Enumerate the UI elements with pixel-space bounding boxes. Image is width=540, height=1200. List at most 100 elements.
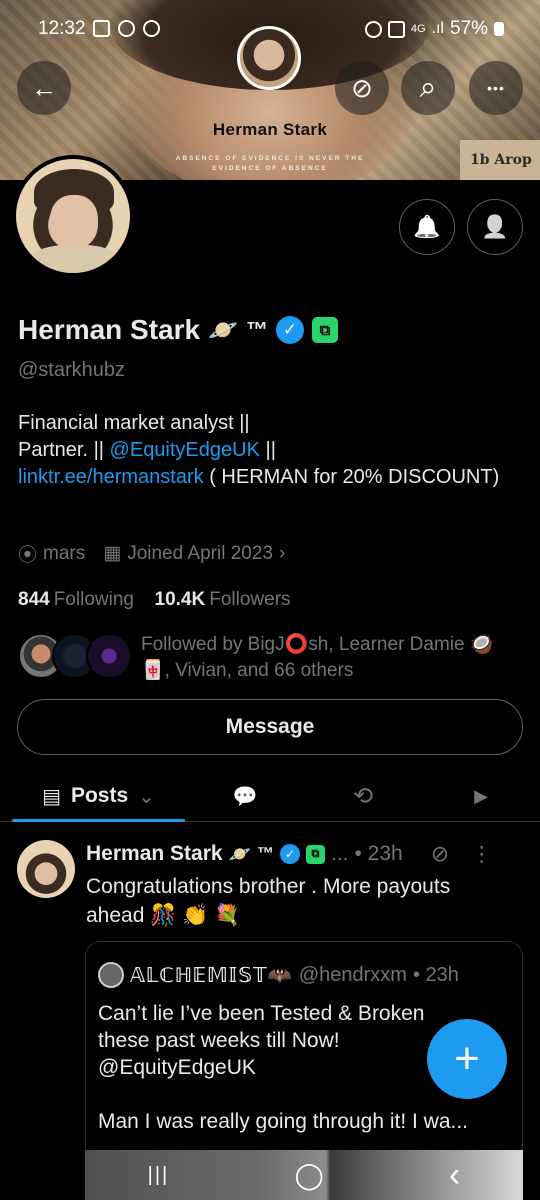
quote-author-avatar xyxy=(98,962,124,988)
tab-replies[interactable]: 💬 xyxy=(200,770,290,822)
joined-item[interactable]: ▦ Joined April 2023 › xyxy=(103,542,285,565)
more-button[interactable]: ••• xyxy=(469,61,523,115)
bio-line1: Financial market analyst || xyxy=(18,412,250,434)
home-icon[interactable]: ◯ xyxy=(295,1160,324,1191)
tab-reposts[interactable]: ⟲ xyxy=(318,770,408,822)
location-text: mars xyxy=(43,542,86,564)
gallery-icon xyxy=(93,20,110,37)
bio-linktree-link[interactable]: linktr.ee/hermanstark xyxy=(18,466,204,488)
followers-count: 10.4K xyxy=(154,589,206,610)
grok-button[interactable]: ⊘ xyxy=(335,61,389,115)
tab-media[interactable]: ▶ xyxy=(436,770,526,822)
back-button[interactable]: ← xyxy=(17,61,71,115)
discord-icon-2 xyxy=(143,20,160,37)
tab-posts[interactable]: ▤ Posts ⌄ xyxy=(12,770,185,822)
message-button[interactable]: Message xyxy=(17,699,523,755)
user-check-icon: 👤 xyxy=(481,214,509,239)
location-pin-icon: ⦿ xyxy=(18,545,38,566)
grok-icon[interactable]: ⊘ xyxy=(431,841,449,867)
recent-apps-icon[interactable]: ||| xyxy=(148,1164,170,1187)
post-text-line1: Congratulations brother . More payouts xyxy=(86,875,451,898)
more-dots-icon: ••• xyxy=(487,80,505,96)
posts-tab-icon: ▤ xyxy=(42,785,61,808)
bio-mention-link[interactable]: @EquityEdgeUK xyxy=(110,439,260,461)
joined-text: Joined April 2023 xyxy=(127,542,273,564)
alarm-icon xyxy=(364,20,382,38)
bio-separator: || xyxy=(259,439,276,461)
search-icon: ⌕ xyxy=(419,71,437,104)
post-text-line2: ahead 🎊 👏 💐 xyxy=(86,904,241,927)
search-button[interactable]: ⌕ xyxy=(401,61,455,115)
verified-badge-icon[interactable]: ✓ xyxy=(275,316,304,344)
active-tab-indicator xyxy=(12,819,185,822)
profile-handle: @starkhubz xyxy=(18,359,126,381)
post-header: Herman Stark 🪐 ™ ✓ ⧉ ... • 23h ⊘ ⋮ xyxy=(86,841,526,867)
following-count: 844 xyxy=(18,589,50,610)
plus-icon: + xyxy=(454,1034,480,1083)
followers-link[interactable]: 10.4K Followers xyxy=(155,589,291,610)
reply-bubble-icon: 💬 xyxy=(232,785,258,808)
profile-display-name: Herman Stark xyxy=(18,314,201,345)
post-ellipsis: ... xyxy=(330,842,349,865)
battery-icon xyxy=(494,22,504,36)
compose-button[interactable]: + xyxy=(427,1019,507,1099)
followers-you-know-avatars[interactable] xyxy=(18,633,138,679)
notifications-button[interactable]: 🔔 xyxy=(399,199,455,255)
profile-name-row: Herman Stark 🪐 ™ ✓ ⧉ xyxy=(18,314,338,346)
header-mini-avatar xyxy=(237,26,301,90)
location-item: ⦿ mars xyxy=(18,540,85,567)
repost-icon: ⟲ xyxy=(352,782,374,810)
profile-avatar[interactable] xyxy=(12,155,134,277)
bell-plus-icon: 🔔 xyxy=(413,214,441,239)
bio-partner-text: Partner. || xyxy=(18,439,110,461)
profile-tabs: ▤ Posts ⌄ 💬 ⟲ ▶ xyxy=(0,770,540,822)
profile-bio: Financial market analyst || Partner. || … xyxy=(18,410,518,491)
post-author-name[interactable]: Herman Stark xyxy=(86,842,223,866)
bio-line3: linktr.ee/hermanstark ( HERMAN for 20% D… xyxy=(18,464,518,491)
android-navigation-bar: ||| ◯ ‹ xyxy=(85,1150,523,1200)
battery-percent: 57% xyxy=(449,18,488,39)
post-menu-icon[interactable]: ⋮ xyxy=(471,842,492,867)
status-time: 12:32 xyxy=(38,18,86,39)
verified-badge-icon: ✓ xyxy=(279,844,300,864)
following-button[interactable]: 👤 xyxy=(467,199,523,255)
back-nav-icon[interactable]: ‹ xyxy=(449,1156,460,1195)
following-label: Following xyxy=(53,589,134,610)
quote-header: 𝔸𝕃ℂℍ𝔼𝕄𝕀𝕊𝕋🦇 @hendrxxm • 23h xyxy=(98,962,459,988)
grok-icon: ⊘ xyxy=(351,72,373,103)
post-text: Congratulations brother . More payouts a… xyxy=(86,872,526,930)
calendar-icon: ▦ xyxy=(103,543,122,564)
banner-title: Herman Stark xyxy=(212,120,328,139)
profile-meta: ⦿ mars ▦ Joined April 2023 › xyxy=(18,540,285,567)
post-author-avatar[interactable] xyxy=(17,840,75,898)
planet-emoji: 🪐 xyxy=(228,843,251,864)
affiliate-badge-icon[interactable]: ⧉ xyxy=(311,317,338,343)
signal-icon: .ıl xyxy=(431,20,444,37)
chevron-right-icon: › xyxy=(278,542,286,564)
back-arrow-icon: ← xyxy=(31,72,57,103)
banner-newspaper-text: 1b Arop xyxy=(460,140,540,180)
bio-line2: Partner. || @EquityEdgeUK || xyxy=(18,437,518,464)
trademark-symbol: ™ xyxy=(256,844,274,863)
bio-discount-text: ( HERMAN for 20% DISCOUNT) xyxy=(203,466,500,488)
post-time: • 23h xyxy=(354,842,403,865)
following-link[interactable]: 844 Following xyxy=(18,589,134,610)
followers-label: Followers xyxy=(209,589,291,610)
affiliate-badge-icon: ⧉ xyxy=(305,844,325,864)
follow-counts: 844 Following 10.4K Followers xyxy=(18,589,291,611)
avatar-face xyxy=(50,195,98,247)
quote-text-line5: Man I was really going through it! I wa.… xyxy=(98,1110,469,1133)
follower-avatar xyxy=(86,633,132,679)
avatar-shirt xyxy=(30,245,120,273)
status-right-icons: 4G .ıl 57% xyxy=(364,18,504,40)
media-icon: ▶ xyxy=(474,785,488,806)
posts-tab-label: Posts xyxy=(70,784,129,807)
followed-by-text[interactable]: Followed by BigJ⭕sh, Learner Damie 🥥 🀄, … xyxy=(141,632,521,684)
status-left-icons xyxy=(93,20,160,37)
mute-icon xyxy=(387,20,405,38)
planet-emoji: 🪐 xyxy=(208,316,238,344)
quote-author-handle: @hendrxxm xyxy=(298,963,407,986)
quote-author-name: 𝔸𝕃ℂℍ𝔼𝕄𝕀𝕊𝕋🦇 xyxy=(130,964,293,987)
network-type: 4G xyxy=(410,23,426,35)
trademark-symbol: ™ xyxy=(245,317,268,342)
